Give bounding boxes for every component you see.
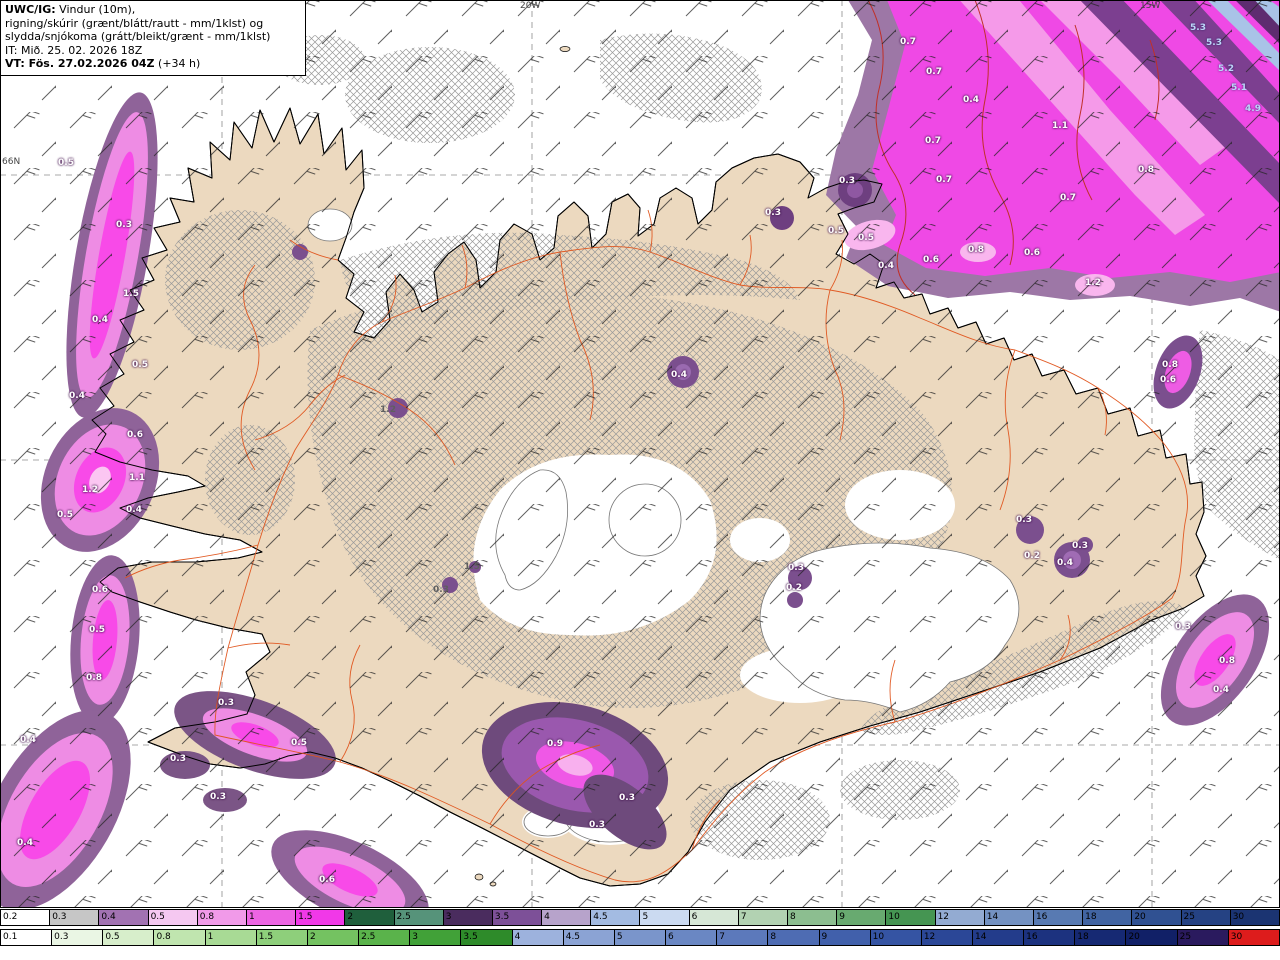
legend-cell: 10 [870,930,922,945]
legend-cell: 0.3 [52,930,104,945]
legend-cell: 0.8 [197,910,247,925]
legend-cell: 25 [1181,910,1231,925]
legend-cell: 1 [246,910,297,925]
iceland-weather-map [0,0,1280,908]
legend-cell: 8 [788,910,838,925]
info-line-rain: rigning/skúrir (grænt/blátt/rautt - mm/1… [5,16,264,30]
legend-cell: 2.5 [394,910,444,925]
legend-cell: 7 [717,930,769,945]
legend-cell: 0.1 [1,930,53,945]
legend-cell: 5 [614,930,667,945]
legend-cell: 16 [1024,930,1076,945]
wind-barbs-layer [0,0,1280,908]
legend-cell: 4 [512,930,564,945]
legend-cell: 1.5 [256,930,308,945]
legend-cell: 3 [443,910,493,925]
legend-cell: 20 [1126,930,1178,945]
legend-cell: 12 [935,910,985,925]
precipitation-legend: 0.2 0.3 0.4 0.5 0.8 1 1.5 2 2.5 3 3.5 4 4.5 5 6 7 8 9 10 12… [0,909,1280,949]
legend-cell: 2 [307,930,360,945]
legend-cell: 14 [984,910,1034,925]
legend-cell: 0.3 [50,910,100,925]
legend-cell: 10 [886,910,936,925]
legend-cell: 5 [640,910,690,925]
legend-sleet-snow-scale: 0.2 0.3 0.4 0.5 0.8 1 1.5 2 2.5 3 3.5 4 4.5 5 6 7 8 9 10 12… [0,909,1280,926]
legend-cell: 16 [1033,910,1084,925]
legend-cell: 0.5 [103,930,155,945]
legend-cell: 1 [205,930,257,945]
map-area: 0.7 0.7 0.4 0.7 1.1 0.7 0.8 0.7 5.3 5.3 5.2 5.1 4.9 1… [0,0,1280,908]
legend-cell: 1.5 [296,910,346,925]
legend-cell: 6 [666,930,718,945]
legend-cell: 0.2 [1,910,51,925]
legend-cell: 4.5 [591,910,641,925]
legend-cell: 2.5 [359,930,411,945]
forecast-info-box: UWC/IG: Vindur (10m), rigning/skúrir (gr… [0,0,306,76]
legend-cell: 9 [819,930,871,945]
legend-cell: 30 [1230,910,1279,925]
legend-cell: 18 [1083,910,1133,925]
legend-rain-scale: 0.1 0.3 0.5 0.8 1 1.5 2 2.5 3 3.5 4 4.5 5 6 7 8 9 10 12 14 1… [0,929,1280,946]
valid-time: VT: Fös. 27.02.2026 04Z (+34 h) [5,57,201,71]
legend-cell: 25 [1177,930,1229,945]
legend-cell: 4.5 [563,930,615,945]
legend-cell: 0.8 [154,930,206,945]
legend-cell: 7 [738,910,788,925]
legend-cell: 3.5 [461,930,513,945]
legend-cell: 4 [542,910,592,925]
legend-cell: 8 [768,930,820,945]
model-name: UWC/IG: [5,3,56,16]
legend-cell: 30 [1228,930,1279,945]
weather-forecast-map-app: 0.7 0.7 0.4 0.7 1.1 0.7 0.8 0.7 5.3 5.3 5.2 5.1 4.9 1… [0,0,1280,960]
legend-cell: 9 [837,910,887,925]
info-line-title: UWC/IG: Vindur (10m), [5,3,136,16]
info-line-snow: slydda/snjókoma (grátt/bleikt/grænt - mm… [5,30,271,44]
legend-cell: 3.5 [492,910,543,925]
legend-cell: 0.5 [148,910,198,925]
legend-cell: 12 [921,930,973,945]
legend-cell: 0.4 [99,910,149,925]
legend-cell: 2 [345,910,395,925]
init-time: IT: Mið. 25. 02. 2026 18Z [5,43,143,57]
legend-cell: 18 [1075,930,1127,945]
legend-cell: 3 [410,930,462,945]
legend-cell: 20 [1132,910,1182,925]
legend-cell: 6 [689,910,739,925]
legend-cell: 14 [972,930,1025,945]
